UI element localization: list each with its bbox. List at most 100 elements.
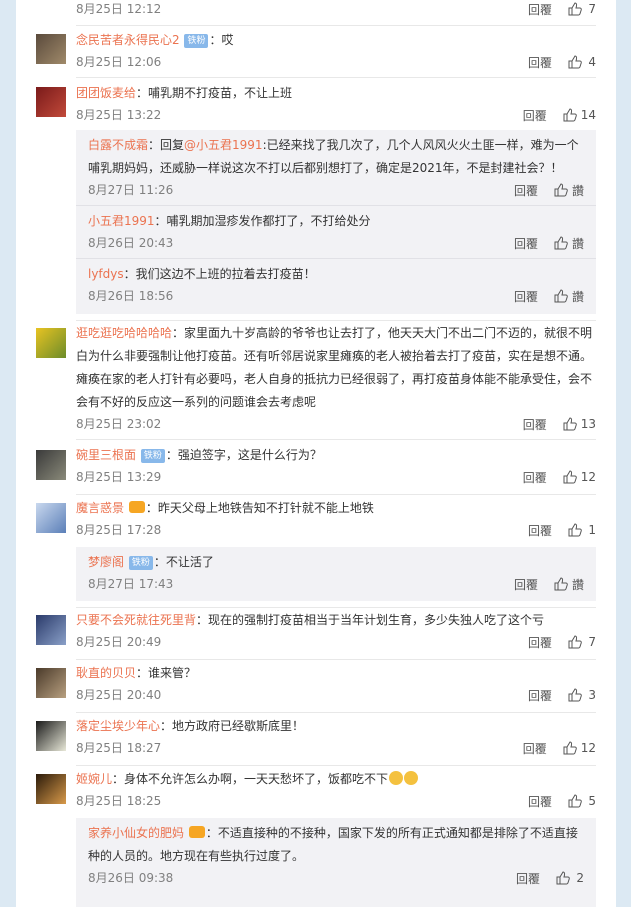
reply-button[interactable]: 回覆 [514, 235, 538, 252]
thumbs-up-icon [563, 417, 577, 431]
username-link[interactable]: 团团饭麦给 [76, 86, 136, 100]
thumbs-up-icon [568, 688, 582, 702]
avatar[interactable] [36, 34, 66, 64]
like-label: 讚 [571, 183, 584, 198]
reply-button[interactable]: 回覆 [514, 576, 538, 593]
comment-text: 魔言惑景 ：昨天父母上地铁告知不打针就不能上地铁 [76, 501, 374, 515]
divider [76, 439, 596, 440]
reply-thread: 家养小仙女的肥妈 ：不适直接种的不接种，国家下发的所有正式通知都是排除了不适直接… [76, 818, 596, 907]
reply-button[interactable]: 回覆 [528, 522, 552, 539]
reply-time: 8月26日 09:38 [88, 871, 174, 885]
thumbs-up-icon [568, 55, 582, 69]
username-link[interactable]: 落定尘埃少年心 [76, 719, 160, 733]
username-link[interactable]: 碗里三根面 [76, 448, 136, 462]
username-link[interactable]: 小五君1991 [88, 214, 155, 228]
like-button[interactable]: 讚 [554, 235, 584, 252]
username-link[interactable]: 白露不成霜 [88, 138, 148, 152]
comment-panel: 8月25日 12:12 回覆 7 念民苦者永得民心2 铁粉 ：哎 8月25日 1… [16, 0, 616, 907]
like-button[interactable]: 7 [568, 635, 596, 649]
comment-actions: 回覆 14 [523, 106, 596, 124]
reply-button[interactable]: 回覆 [516, 870, 540, 887]
reply-button[interactable]: 回覆 [528, 54, 552, 71]
thumbs-up-icon [554, 289, 568, 303]
username-link[interactable]: 姬婉儿 [76, 772, 112, 786]
reply-item: 小五君1991：哺乳期加湿疹发作都打了，不打给处分 8月26日 20:43 回覆… [88, 210, 584, 251]
comment-text: 耿直的贝贝：谁来管？ [76, 666, 197, 680]
reply-button[interactable]: 回覆 [528, 687, 552, 704]
comment-meta: 8月25日 18:27 回覆 12 [76, 739, 596, 757]
reply-button[interactable]: 回覆 [523, 740, 547, 757]
comment-time: 8月25日 18:25 [76, 794, 162, 808]
divider [76, 607, 596, 608]
reply-actions: 回覆 讚 [514, 181, 584, 199]
reply-button[interactable]: 回覆 [514, 288, 538, 305]
comment-actions: 回覆 1 [528, 521, 596, 539]
fan-badge: 铁粉 [128, 556, 153, 570]
mention-link[interactable]: @小五君1991 [184, 138, 263, 152]
reply-meta: 8月27日 17:43 回覆 讚 [88, 575, 584, 593]
like-button[interactable]: 2 [556, 871, 584, 885]
avatar[interactable] [36, 721, 66, 751]
comment-text: 逛吃逛吃哈哈哈哈：家里面九十岁高龄的爷爷也让去打了，他天天大门不出二门不迈的，就… [76, 326, 593, 409]
like-button[interactable]: 7 [568, 2, 596, 16]
like-button[interactable]: 5 [568, 794, 596, 808]
reply-button[interactable]: 回覆 [528, 1, 552, 18]
like-button[interactable]: 讚 [554, 182, 584, 199]
username-link[interactable]: 只要不会死就往死里背 [76, 613, 196, 627]
reply-actions: 回覆 2 [516, 869, 584, 887]
divider [76, 258, 596, 259]
thumbs-up-icon [556, 871, 570, 885]
like-button[interactable]: 1 [568, 523, 596, 537]
reply-button[interactable]: 回覆 [523, 416, 547, 433]
like-button[interactable]: 讚 [554, 288, 584, 305]
reply-button[interactable]: 回覆 [523, 469, 547, 486]
like-label: 讚 [571, 236, 584, 251]
reply-meta: 8月26日 20:43 回覆 讚 [88, 234, 584, 252]
reply-text: 白露不成霜：回复@小五君1991:已经来找了我几次了，几个人风风火火土匪一样，难… [88, 138, 579, 175]
divider [76, 712, 596, 713]
avatar[interactable] [36, 450, 66, 480]
comment-meta: 8月25日 17:28 回覆 1 [76, 521, 596, 539]
like-button[interactable]: 讚 [554, 576, 584, 593]
like-button[interactable]: 3 [568, 688, 596, 702]
thumbs-up-icon [554, 236, 568, 250]
reply-button[interactable]: 回覆 [523, 107, 547, 124]
reply-item: 家养小仙女的肥妈 ：不适直接种的不接种，国家下发的所有正式通知都是排除了不适直接… [88, 822, 584, 886]
divider [76, 320, 596, 321]
divider [76, 77, 596, 78]
like-label: 讚 [571, 577, 584, 592]
username-link[interactable]: 逛吃逛吃哈哈哈哈 [76, 326, 172, 340]
reply-meta: 8月27日 11:26 回覆 讚 [88, 181, 584, 199]
comment-actions: 回覆 12 [523, 739, 596, 757]
avatar[interactable] [36, 503, 66, 533]
like-button[interactable]: 12 [563, 741, 596, 755]
username-link[interactable]: 梦廖阁 [88, 555, 124, 569]
avatar[interactable] [36, 774, 66, 804]
username-link[interactable]: 念民苦者永得民心2 [76, 33, 180, 47]
comment-time: 8月25日 12:12 [76, 2, 162, 16]
reply-button[interactable]: 回覆 [528, 793, 552, 810]
comment-time: 8月25日 17:28 [76, 523, 162, 537]
comment-time: 8月25日 20:49 [76, 635, 162, 649]
reply-button[interactable]: 回覆 [528, 634, 552, 651]
reply-time: 8月27日 17:43 [88, 577, 174, 591]
like-button[interactable]: 4 [568, 55, 596, 69]
thumbs-up-icon [554, 577, 568, 591]
comment-actions: 回覆 13 [523, 415, 596, 433]
username-link[interactable]: 魔言惑景 [76, 501, 124, 515]
like-count: 1 [588, 523, 596, 537]
comment-time: 8月25日 18:27 [76, 741, 162, 755]
avatar[interactable] [36, 87, 66, 117]
comment-actions: 回覆 7 [528, 0, 596, 18]
avatar[interactable] [36, 328, 66, 358]
avatar[interactable] [36, 615, 66, 645]
username-link[interactable]: 家养小仙女的肥妈 [88, 826, 184, 840]
username-link[interactable]: lyfdys [88, 267, 124, 281]
username-link[interactable]: 耿直的贝贝 [76, 666, 136, 680]
like-button[interactable]: 14 [563, 108, 596, 122]
reply-button[interactable]: 回覆 [514, 182, 538, 199]
like-button[interactable]: 12 [563, 470, 596, 484]
like-button[interactable]: 13 [563, 417, 596, 431]
avatar[interactable] [36, 668, 66, 698]
comment-time: 8月25日 12:06 [76, 55, 162, 69]
